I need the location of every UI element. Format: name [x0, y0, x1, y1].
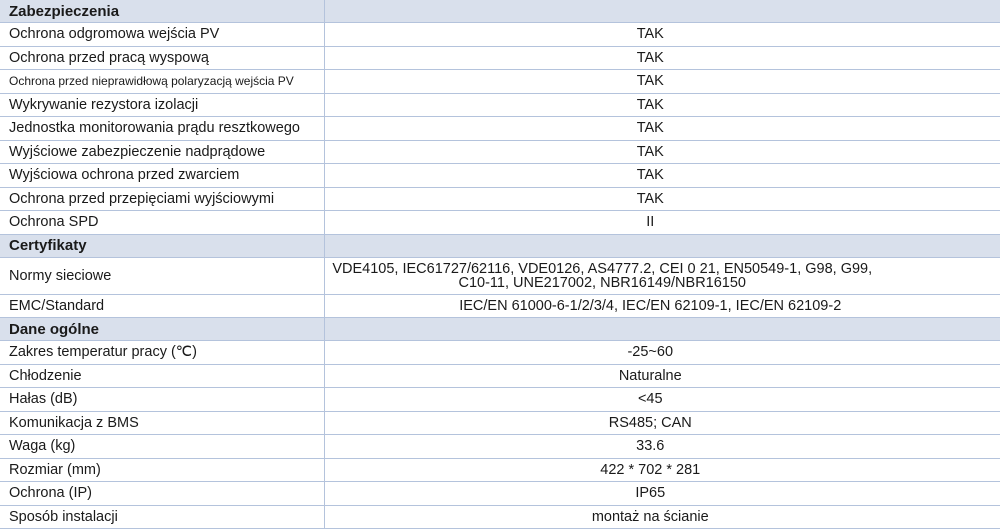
row-value: IEC/EN 61000-6-1/2/3/4, IEC/EN 62109-1, … — [323, 294, 1000, 318]
row-label: Ochrona odgromowa wejścia PV — [0, 22, 324, 47]
table-row: Zakres temperatur pracy (℃) -25~60 — [0, 340, 1000, 365]
row-value: TAK — [323, 69, 1000, 94]
row-value: <45 — [323, 387, 1000, 412]
row-label: Ochrona przed przepięciami wyjściowymi — [0, 187, 324, 211]
table-row: EMC/Standard IEC/EN 61000-6-1/2/3/4, IEC… — [0, 294, 1000, 318]
row-label: Wyjściowa ochrona przed zwarciem — [0, 163, 324, 188]
table-row: Ochrona przed nieprawidłową polaryzacją … — [0, 69, 1000, 94]
row-value: TAK — [323, 46, 1000, 70]
table-row: Wykrywanie rezystora izolacji TAK — [0, 93, 1000, 117]
row-value: TAK — [323, 140, 1000, 164]
row-value: TAK — [323, 116, 1000, 141]
row-label: Rozmiar (mm) — [0, 458, 324, 482]
row-label: Ochrona przed nieprawidłową polaryzacją … — [0, 69, 324, 94]
section-title: Certyfikaty — [0, 234, 324, 258]
section-title: Dane ogólne — [0, 317, 324, 341]
section-header: Certyfikaty — [0, 234, 1000, 258]
table-row: Normy sieciowe VDE4105, IEC61727/62116, … — [0, 257, 1000, 295]
row-value: montaż na ścianie — [323, 505, 1000, 529]
table-row: Wyjściowa ochrona przed zwarciem TAK — [0, 163, 1000, 188]
row-label: Chłodzenie — [0, 364, 324, 388]
section-header: Zabezpieczenia — [0, 0, 1000, 23]
row-value: 33.6 — [323, 434, 1000, 459]
row-value: II — [323, 210, 1000, 235]
row-value: TAK — [323, 187, 1000, 211]
table-row: Sposób instalacji montaż na ścianie — [0, 505, 1000, 529]
table-row: Komunikacja z BMS RS485; CAN — [0, 411, 1000, 435]
row-label: Wyjściowe zabezpieczenie nadprądowe — [0, 140, 324, 164]
table-row: Ochrona przed przepięciami wyjściowymi T… — [0, 187, 1000, 211]
table-row: Chłodzenie Naturalne — [0, 364, 1000, 388]
row-label: Sposób instalacji — [0, 505, 324, 529]
row-label: EMC/Standard — [0, 294, 324, 318]
row-label: Ochrona przed pracą wyspową — [0, 46, 324, 70]
table-row: Ochrona przed pracą wyspową TAK — [0, 46, 1000, 70]
row-label: Komunikacja z BMS — [0, 411, 324, 435]
row-label: Zakres temperatur pracy (℃) — [0, 340, 324, 365]
row-value: 422 * 702 * 281 — [323, 458, 1000, 482]
table-row: Jednostka monitorowania prądu resztkoweg… — [0, 116, 1000, 141]
row-value: TAK — [323, 22, 1000, 47]
row-value: TAK — [323, 93, 1000, 117]
table-row: Ochrona odgromowa wejścia PV TAK — [0, 22, 1000, 47]
row-value: Naturalne — [323, 364, 1000, 388]
row-value: IP65 — [323, 481, 1000, 506]
row-label: Ochrona SPD — [0, 210, 324, 235]
row-value: TAK — [323, 163, 1000, 188]
table-row: Wyjściowe zabezpieczenie nadprądowe TAK — [0, 140, 1000, 164]
row-label: Wykrywanie rezystora izolacji — [0, 93, 324, 117]
row-value: RS485; CAN — [323, 411, 1000, 435]
row-label: Hałas (dB) — [0, 387, 324, 412]
row-value: VDE4105, IEC61727/62116, VDE0126, AS4777… — [323, 257, 1000, 295]
table-row: Ochrona (IP) IP65 — [0, 481, 1000, 506]
section-header: Dane ogólne — [0, 317, 1000, 341]
table-row: Ochrona SPD II — [0, 210, 1000, 235]
row-label: Normy sieciowe — [0, 257, 324, 295]
row-label: Ochrona (IP) — [0, 481, 324, 506]
row-value: -25~60 — [323, 340, 1000, 365]
section-title: Zabezpieczenia — [0, 0, 324, 23]
table-row: Rozmiar (mm) 422 * 702 * 281 — [0, 458, 1000, 482]
row-label: Jednostka monitorowania prądu resztkoweg… — [0, 116, 324, 141]
table-row: Hałas (dB) <45 — [0, 387, 1000, 412]
table-row: Waga (kg) 33.6 — [0, 434, 1000, 459]
row-label: Waga (kg) — [0, 434, 324, 459]
spec-table: Zabezpieczenia Ochrona odgromowa wejścia… — [0, 0, 1000, 529]
